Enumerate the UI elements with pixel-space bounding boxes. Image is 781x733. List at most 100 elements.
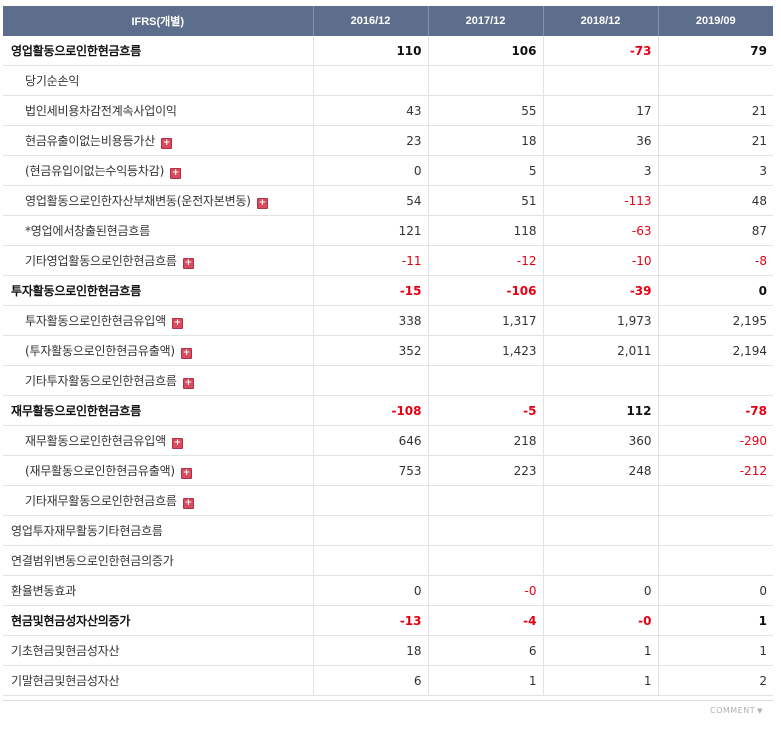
value-cell: -113 — [543, 185, 659, 216]
row-label-cell: 기타영업활동으로인한현금흐름 + — [3, 245, 314, 276]
header-period-2017: 2017/12 — [428, 6, 544, 36]
row-label-cell: 현금유출이없는비용등가산 + — [3, 125, 314, 156]
row-label-cell: 현금및현금성자산의증가 — [3, 605, 314, 636]
row-label-cell: (투자활동으로인한현금유출액) + — [3, 335, 314, 366]
table-row[interactable]: (현금유입이없는수익등차감) +0 5 3 3 — [3, 155, 773, 186]
expand-plus-icon[interactable]: + — [180, 348, 192, 359]
value-cell: 110 — [313, 36, 429, 66]
table-row: 연결범위변동으로인한현금의증가 — [3, 545, 773, 576]
table-row: 영업투자재무활동기타현금흐름 — [3, 515, 773, 546]
row-label-cell: 영업활동으로인한자산부채변동(운전자본변동) + — [3, 185, 314, 216]
expand-plus-icon[interactable]: + — [171, 438, 183, 449]
value-cell: 118 — [428, 215, 544, 246]
row-label: 현금유출이없는비용등가산 — [25, 134, 156, 148]
table-row[interactable]: (재무활동으로인한현금유출액) +753 223 248 -212 — [3, 455, 773, 486]
row-label: (투자활동으로인한현금유출액) — [25, 344, 175, 358]
value-cell — [428, 545, 544, 576]
expand-plus-icon[interactable]: + — [182, 498, 194, 509]
table-row[interactable]: 기타재무활동으로인한현금흐름 + — [3, 485, 773, 516]
row-label-cell: 영업투자재무활동기타현금흐름 — [3, 515, 314, 546]
value-cell: 36 — [543, 125, 659, 156]
row-label-cell: 기타재무활동으로인한현금흐름 + — [3, 485, 314, 516]
row-label: 기타재무활동으로인한현금흐름 — [25, 494, 177, 508]
value-cell: -15 — [313, 275, 429, 306]
row-label: (현금유입이없는수익등차감) — [25, 164, 165, 178]
row-label-cell: *영업에서창출된현금흐름 — [3, 215, 314, 246]
row-label: 투자활동으로인한현금유입액 — [25, 314, 166, 328]
row-label: 연결범위변동으로인한현금의증가 — [11, 554, 174, 568]
value-cell — [658, 545, 773, 576]
cashflow-panel: IFRS(개별) 2016/12 2017/12 2018/12 2019/09… — [0, 6, 781, 733]
row-label-cell: 환율변동효과 — [3, 575, 314, 606]
value-cell: 218 — [428, 425, 544, 456]
expand-plus-icon[interactable]: + — [170, 168, 182, 179]
table-row[interactable]: 재무활동으로인한현금유입액 +646 218 360 -290 — [3, 425, 773, 456]
row-label: 영업활동으로인한자산부채변동(운전자본변동) — [25, 194, 251, 208]
value-cell: 2 — [658, 665, 773, 696]
table-row[interactable]: 기타영업활동으로인한현금흐름 + -11 -12 -10 -8 — [3, 245, 773, 276]
value-cell: 1 — [428, 665, 544, 696]
row-label-cell: (현금유입이없는수익등차감) + — [3, 155, 314, 186]
value-cell — [313, 365, 429, 396]
value-cell: -63 — [543, 215, 659, 246]
row-label-cell: (재무활동으로인한현금유출액) + — [3, 455, 314, 486]
value-cell: 646 — [313, 425, 429, 456]
value-cell: 1,317 — [428, 305, 544, 336]
table-row[interactable]: 기타투자활동으로인한현금흐름 + — [3, 365, 773, 396]
value-cell: -10 — [543, 245, 659, 276]
value-cell: -39 — [543, 275, 659, 306]
value-cell: 0 — [313, 155, 429, 186]
value-cell: -73 — [543, 36, 659, 66]
value-cell: 1 — [543, 665, 659, 696]
value-cell: 18 — [313, 635, 429, 666]
comment-toggle[interactable]: COMMENT ▼ — [710, 706, 763, 715]
table-footer: COMMENT ▼ — [3, 700, 773, 723]
expand-plus-icon[interactable]: + — [171, 318, 183, 329]
value-cell — [428, 485, 544, 516]
value-cell: 18 — [428, 125, 544, 156]
row-label-cell: 영업활동으로인한현금흐름 — [3, 36, 314, 66]
value-cell: 21 — [658, 95, 773, 126]
header-period-2016: 2016/12 — [313, 6, 429, 36]
cashflow-table: IFRS(개별) 2016/12 2017/12 2018/12 2019/09… — [3, 6, 773, 696]
row-label-cell: 기초현금및현금성자산 — [3, 635, 314, 666]
header-row: IFRS(개별) 2016/12 2017/12 2018/12 2019/09 — [3, 6, 773, 36]
value-cell: -11 — [313, 245, 429, 276]
value-cell — [658, 65, 773, 96]
value-cell: 2,195 — [658, 305, 773, 336]
row-label: *영업에서창출된현금흐름 — [25, 224, 151, 238]
value-cell: 43 — [313, 95, 429, 126]
expand-plus-icon[interactable]: + — [180, 468, 192, 479]
table-row[interactable]: 투자활동으로인한현금유입액 +338 1,317 1,973 2,195 — [3, 305, 773, 336]
value-cell: 87 — [658, 215, 773, 246]
value-cell — [658, 365, 773, 396]
row-label-cell: 재무활동으로인한현금유입액 + — [3, 425, 314, 456]
value-cell: 106 — [428, 36, 544, 66]
table-row[interactable]: (투자활동으로인한현금유출액) +352 1,423 2,011 2,194 — [3, 335, 773, 366]
value-cell — [428, 365, 544, 396]
expand-plus-icon[interactable]: + — [182, 378, 194, 389]
value-cell: 0 — [658, 575, 773, 606]
row-label: 영업활동으로인한현금흐름 — [11, 44, 142, 58]
value-cell: 0 — [313, 575, 429, 606]
row-label-cell: 법인세비용차감전계속사업이익 — [3, 95, 314, 126]
value-cell: -0 — [543, 605, 659, 636]
row-label: 투자활동으로인한현금흐름 — [11, 284, 142, 298]
value-cell: 1,973 — [543, 305, 659, 336]
table-row[interactable]: 현금유출이없는비용등가산 +23 18 36 21 — [3, 125, 773, 156]
value-cell: 3 — [543, 155, 659, 186]
value-cell — [658, 515, 773, 546]
value-cell: 5 — [428, 155, 544, 186]
row-label: 법인세비용차감전계속사업이익 — [25, 104, 177, 118]
expand-plus-icon[interactable]: + — [182, 258, 194, 269]
value-cell: 1 — [658, 605, 773, 636]
value-cell: 51 — [428, 185, 544, 216]
header-period-2019q3: 2019/09 — [658, 6, 773, 36]
table-row[interactable]: 영업활동으로인한자산부채변동(운전자본변동) +54 51 -113 48 — [3, 185, 773, 216]
expand-plus-icon[interactable]: + — [161, 138, 173, 149]
expand-plus-icon[interactable]: + — [256, 198, 268, 209]
table-row: 환율변동효과 0 -0 0 0 — [3, 575, 773, 606]
value-cell: 360 — [543, 425, 659, 456]
value-cell: -78 — [658, 395, 773, 426]
value-cell — [543, 65, 659, 96]
